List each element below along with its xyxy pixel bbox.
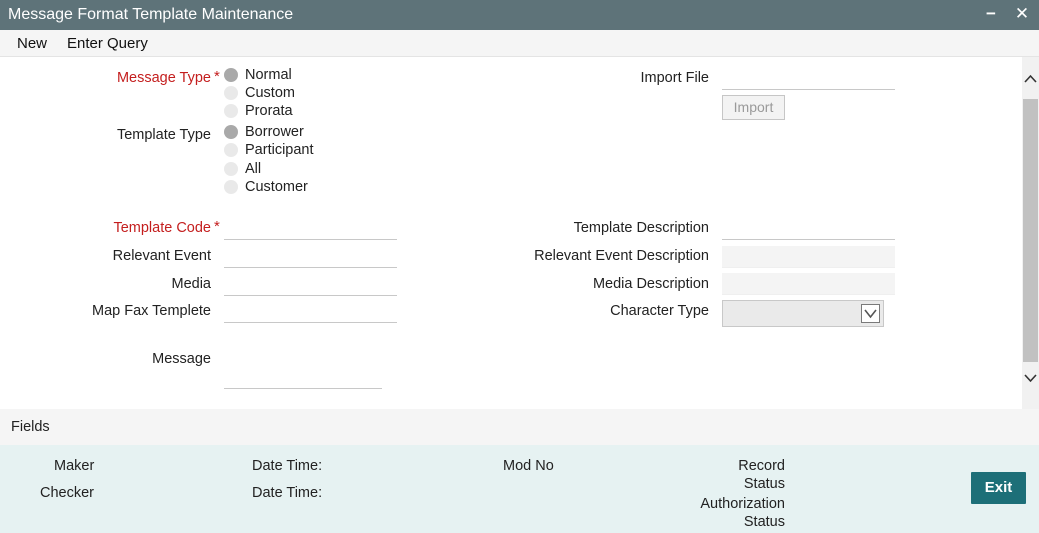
map-fax-template-input[interactable]	[224, 301, 397, 323]
template-type-radio-borrower[interactable]: Borrower	[224, 124, 304, 140]
scroll-down-icon[interactable]	[1022, 368, 1039, 388]
message-type-radio-normal[interactable]: Normal	[224, 67, 292, 83]
import-button[interactable]: Import	[722, 95, 785, 120]
window-title: Message Format Template Maintenance	[8, 6, 294, 23]
radio-label: All	[245, 161, 262, 177]
window-title-bar: Message Format Template Maintenance − ✕	[0, 0, 1039, 30]
relevant-event-description-input	[722, 246, 895, 268]
message-type-radio-prorata[interactable]: Prorata	[224, 103, 293, 119]
record-status-label-line1: Record	[738, 458, 785, 474]
radio-unselected-icon	[224, 180, 238, 194]
radio-label: Prorata	[245, 103, 293, 119]
exit-button[interactable]: Exit	[971, 472, 1026, 504]
import-file-input[interactable]	[722, 68, 895, 90]
maker-label: Maker	[54, 458, 95, 474]
message-input[interactable]	[224, 367, 382, 389]
scrollbar-thumb[interactable]	[1023, 99, 1038, 362]
menu-new[interactable]: New	[17, 35, 47, 52]
close-icon[interactable]: ✕	[1012, 4, 1032, 26]
radio-selected-icon	[224, 125, 238, 139]
radio-label: Normal	[245, 67, 292, 83]
menu-bar: New Enter Query	[0, 30, 1039, 57]
scroll-up-icon[interactable]	[1022, 69, 1039, 89]
fields-link[interactable]: Fields	[11, 419, 50, 435]
message-type-label: Message Type	[116, 70, 211, 86]
authorization-status-label-line2: Status	[743, 514, 785, 530]
radio-selected-icon	[224, 68, 238, 82]
radio-label: Borrower	[245, 124, 304, 140]
template-type-radio-participant[interactable]: Participant	[224, 142, 314, 158]
relevant-event-label: Relevant Event	[112, 248, 211, 264]
radio-unselected-icon	[224, 104, 238, 118]
radio-label: Customer	[245, 179, 308, 195]
radio-unselected-icon	[224, 86, 238, 100]
import-file-label: Import File	[640, 70, 710, 86]
record-status-label-line2: Status	[743, 476, 785, 492]
media-description-input	[722, 273, 895, 295]
template-code-input[interactable]	[224, 218, 397, 240]
radio-unselected-icon	[224, 162, 238, 176]
required-marker: *	[214, 68, 220, 85]
message-label: Message	[152, 351, 211, 367]
audit-footer: Maker Checker Date Time: Date Time: Mod …	[0, 445, 1039, 533]
media-description-label: Media Description	[592, 276, 709, 292]
checker-label: Checker	[40, 485, 94, 501]
menu-enter-query[interactable]: Enter Query	[67, 35, 148, 52]
radio-label: Participant	[245, 142, 314, 158]
character-type-select[interactable]	[722, 300, 884, 327]
chevron-down-icon	[861, 304, 880, 323]
template-description-input[interactable]	[722, 218, 895, 240]
required-marker: *	[214, 218, 220, 235]
mod-no-label: Mod No	[503, 458, 554, 474]
message-type-radio-custom[interactable]: Custom	[224, 85, 295, 101]
template-type-radio-customer[interactable]: Customer	[224, 179, 308, 195]
form-content: Message Type * Normal Custom Prorata Tem…	[0, 57, 1022, 409]
maker-date-time-label: Date Time:	[252, 458, 323, 474]
media-input[interactable]	[224, 274, 397, 296]
authorization-status-label-line1: Authorization	[700, 496, 785, 512]
minimize-icon[interactable]: −	[981, 4, 1001, 26]
template-code-label: Template Code	[113, 220, 211, 236]
radio-label: Custom	[245, 85, 295, 101]
fields-section: Fields	[0, 409, 1039, 445]
template-description-label: Template Description	[573, 220, 709, 236]
vertical-scrollbar[interactable]	[1022, 57, 1039, 409]
template-type-label: Template Type	[116, 127, 211, 143]
checker-date-time-label: Date Time:	[252, 485, 323, 501]
map-fax-template-label: Map Fax Templete	[91, 303, 211, 319]
character-type-label: Character Type	[610, 303, 709, 319]
media-label: Media	[171, 276, 212, 292]
radio-unselected-icon	[224, 143, 238, 157]
relevant-event-input[interactable]	[224, 246, 397, 268]
template-type-radio-all[interactable]: All	[224, 161, 261, 177]
relevant-event-description-label: Relevant Event Description	[534, 248, 709, 264]
